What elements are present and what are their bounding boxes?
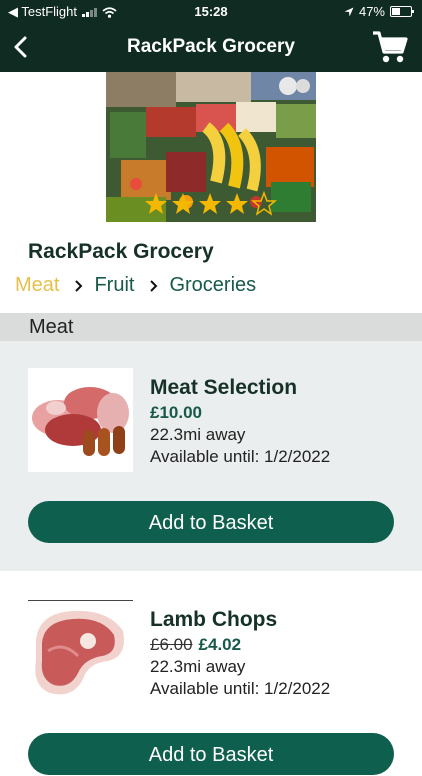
breadcrumb-item-fruit[interactable]: Fruit — [94, 274, 134, 297]
cart-button[interactable] — [372, 30, 408, 64]
chevron-right-icon — [150, 279, 158, 292]
add-to-basket-button[interactable]: Add to Basket — [28, 733, 394, 775]
product-card: Meat Selection £10.00 22.3mi away Availa… — [0, 341, 422, 571]
product-old-price: £6.00 — [150, 635, 193, 654]
section-header: Meat — [0, 313, 422, 341]
status-right: 47% — [344, 4, 414, 19]
page-title: RackPack Grocery — [127, 36, 295, 57]
add-to-basket-button[interactable]: Add to Basket — [28, 501, 394, 543]
store-name: RackPack Grocery — [28, 240, 214, 263]
breadcrumb: Meat Fruit Groceries — [15, 274, 256, 297]
location-arrow-icon — [344, 7, 354, 16]
breadcrumb-item-groceries[interactable]: Groceries — [169, 274, 256, 297]
product-image[interactable] — [28, 600, 133, 705]
product-price-value: £10.00 — [150, 403, 202, 422]
product-card: Lamb Chops £6.00 £4.02 22.3mi away Availa… — [0, 571, 422, 775]
nav-bar: RackPack Grocery — [0, 22, 422, 72]
product-price: £6.00 £4.02 — [150, 635, 241, 655]
product-distance: 22.3mi away — [150, 425, 246, 444]
battery-icon — [390, 6, 414, 17]
section-title: Meat — [29, 316, 74, 338]
product-availability: Available until: 1/2/2022 — [150, 679, 331, 698]
product-price: £10.00 — [150, 403, 202, 423]
status-bar: ◀ TestFlight 15:28 47% — [0, 0, 422, 22]
product-image[interactable] — [28, 368, 133, 472]
chevron-right-icon — [75, 279, 83, 292]
product-availability: Available until: 1/2/2022 — [150, 447, 331, 466]
product-name: Meat Selection — [150, 376, 298, 399]
shopping-cart-icon — [373, 31, 408, 63]
chevron-left-icon — [14, 36, 27, 58]
back-button[interactable] — [10, 34, 34, 60]
product-name: Lamb Chops — [150, 608, 278, 631]
store-banner-image — [106, 72, 316, 222]
battery-percent: 47% — [358, 4, 385, 19]
product-distance: 22.3mi away — [150, 657, 246, 676]
breadcrumb-item-meat[interactable]: Meat — [15, 274, 59, 297]
product-price-value: £4.02 — [198, 635, 242, 654]
